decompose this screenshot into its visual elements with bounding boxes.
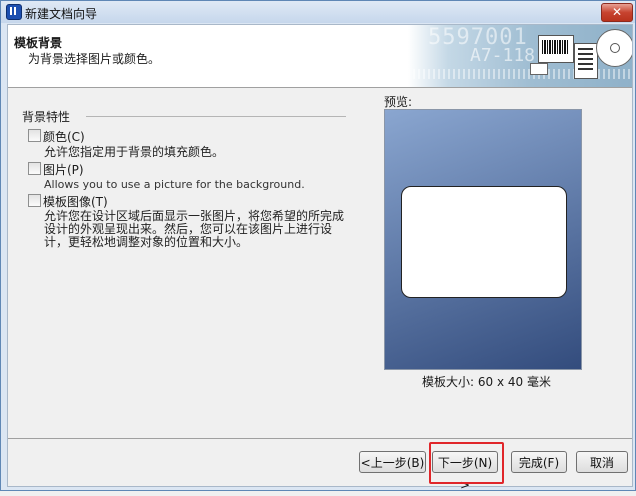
label-preview-card (401, 186, 567, 298)
label-sheet-icon (574, 43, 598, 79)
title-bar[interactable]: 新建文档向导 ✕ (1, 1, 635, 23)
page-title: 模板背景 (14, 36, 63, 50)
wizard-client-area: 模板背景 为背景选择图片或颜色。 5597001 A7-118 背景特性 颜色(… (7, 24, 633, 492)
disc-label-icon (596, 29, 632, 67)
picture-checkbox[interactable] (28, 162, 41, 175)
cancel-button[interactable]: 取消 (576, 451, 628, 473)
close-button[interactable]: ✕ (601, 3, 633, 22)
app-logo-icon (6, 4, 22, 20)
finish-button[interactable]: 完成(F) (511, 451, 567, 473)
banner-code: A7-118 (470, 45, 536, 66)
window-title: 新建文档向导 (25, 7, 98, 21)
color-option-label[interactable]: 颜色(C) (43, 128, 85, 145)
page-subtitle: 为背景选择图片或颜色。 (28, 52, 161, 66)
next-button-highlight (429, 442, 504, 484)
background-properties-heading: 背景特性 (22, 110, 71, 124)
back-button[interactable]: <上一步(B) (359, 451, 426, 473)
section-divider (86, 116, 346, 117)
wizard-window: 新建文档向导 ✕ 模板背景 为背景选择图片或颜色。 5597001 A7-118… (0, 0, 636, 492)
picture-option-label[interactable]: 图片(P) (43, 161, 84, 178)
template-size-label: 模板大小: 60 x 40 毫米 (422, 375, 551, 389)
wizard-header: 模板背景 为背景选择图片或颜色。 5597001 A7-118 (8, 25, 632, 88)
preview-label: 预览: (384, 95, 413, 109)
barcode-label-icon (538, 35, 574, 63)
button-bar-divider (8, 438, 632, 439)
template-image-description-line-3: 计，更轻松地调整对象的位置和大小。 (44, 235, 249, 249)
picture-option-description: Allows you to use a picture for the back… (44, 178, 305, 191)
banner-stripes (408, 69, 632, 79)
color-checkbox[interactable] (28, 129, 41, 142)
template-image-checkbox[interactable] (28, 194, 41, 207)
header-banner-image: 5597001 A7-118 (408, 25, 632, 87)
color-option-description: 允许您指定用于背景的填充颜色。 (44, 145, 225, 159)
preview-pane (384, 109, 582, 370)
small-barcode-icon (530, 63, 548, 75)
template-image-option-label[interactable]: 模板图像(T) (43, 193, 108, 210)
